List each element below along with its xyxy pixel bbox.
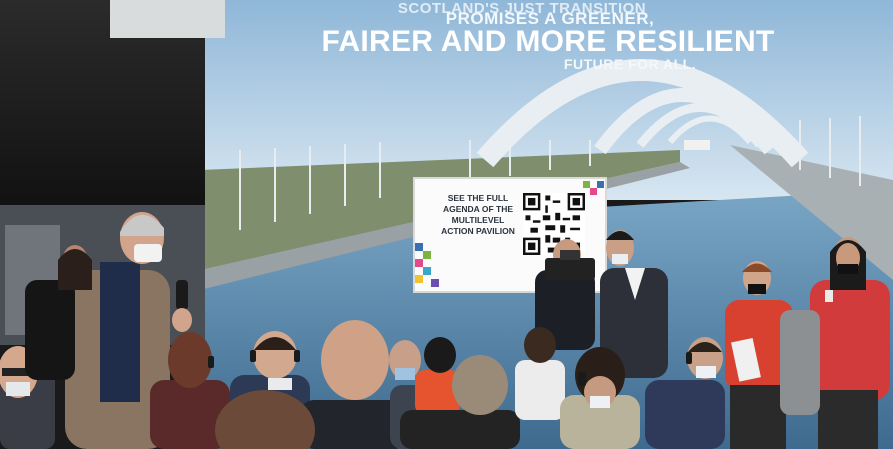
photo-scene: SCOTLAND'S JUST TRANSITION PROMISES A GR… — [0, 0, 893, 449]
woman-far-right — [780, 237, 890, 449]
people-crowd — [0, 212, 890, 449]
